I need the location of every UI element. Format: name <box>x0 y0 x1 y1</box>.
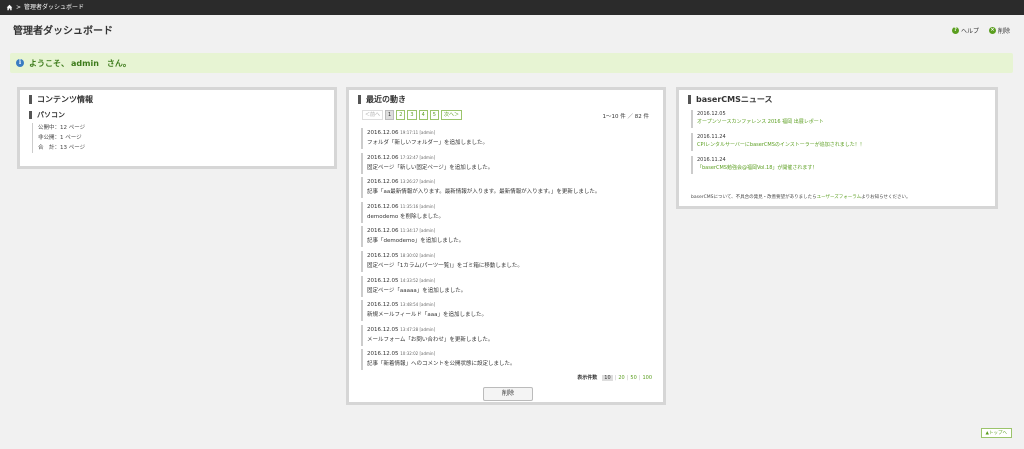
news-date: 2016.11.24 <box>697 134 726 140</box>
log-entry: 2016.12.05 18:30:02 [admin] 固定ページ「1カラム(パー… <box>361 250 651 272</box>
news-link[interactable]: オープンソースカンファレンス 2016 福岡 出展レポート <box>697 118 981 127</box>
per-page-20[interactable]: 20 <box>618 375 624 381</box>
log-message: メールフォーム「お問い合わせ」を更新しました。 <box>367 336 494 343</box>
per-page-label: 表示件数 <box>577 375 598 381</box>
log-entry: 2016.12.06 17:32:47 [admin] 固定ページ「新しい固定ペー… <box>361 152 651 174</box>
panel-subtitle: パソコン <box>29 111 65 119</box>
welcome-message: i ようこそ、 admin さん。 <box>10 53 1013 73</box>
welcome-suffix: さん。 <box>106 58 131 68</box>
header-links: ? ヘルプ × 削除 <box>951 26 1010 35</box>
log-time: 13:47:28 [admin] <box>400 326 436 332</box>
log-date: 2016.12.06 <box>367 179 399 186</box>
welcome-prefix: ようこそ、 <box>29 58 69 68</box>
help-link[interactable]: ? ヘルプ <box>951 26 979 35</box>
page-stats: 公開中：12 ページ 非公開：1 ページ 合 計：13 ページ <box>32 123 85 153</box>
news-list: 2016.12.05 オープンソースカンファレンス 2016 福岡 出展レポート … <box>691 110 981 179</box>
log-message: demodemo を削除しました。 <box>367 213 444 220</box>
news-footer: baserCMSについて、不具合の発見・改善要望がありましたらユーザーズフォーラ… <box>691 195 911 200</box>
log-date: 2016.12.05 <box>367 277 399 284</box>
pager-page-3[interactable]: 3 <box>407 110 417 120</box>
log-date: 2016.12.05 <box>367 302 399 309</box>
per-page-10: 10 <box>602 374 613 381</box>
contents-info-panel: コンテンツ情報 パソコン 公開中：12 ページ 非公開：1 ページ 合 計：13… <box>17 87 337 169</box>
result-count: 1〜10 件 ／ 82 件 <box>602 114 650 120</box>
panel-title: 最近の動き <box>358 95 406 104</box>
log-date: 2016.12.06 <box>367 228 399 235</box>
log-message: 記事「新着情報」へのコメントを公開状態に設定しました。 <box>367 361 516 368</box>
pager-next[interactable]: 次へ＞ <box>440 110 462 120</box>
per-page-50[interactable]: 50 <box>630 375 636 381</box>
pager-prev: ＜前へ <box>362 110 384 120</box>
top-bar: > 管理者ダッシュボード <box>0 0 1024 15</box>
help-icon: ? <box>951 27 959 34</box>
recent-activity-panel: 最近の動き ＜前へ 1 2 3 4 5 次へ＞ 1〜10 件 ／ 82 件 20… <box>346 87 666 405</box>
log-time: 13:26:27 [admin] <box>400 179 436 185</box>
delete-link[interactable]: × 削除 <box>988 26 1010 35</box>
stat-published: 公開中：12 ページ <box>38 125 86 131</box>
log-date: 2016.12.06 <box>367 154 399 161</box>
log-message: 記事「aa最新情報が入ります。最新情報が入ります。最新情報が入ります。」を更新し… <box>367 189 601 196</box>
log-entry: 2016.12.06 11:35:16 [admin] demodemo を削除し… <box>361 201 651 223</box>
per-page-selector: 表示件数 10 | 20 | 50 | 100 <box>577 374 652 381</box>
log-entry: 2016.12.06 19:17:11 [admin] フォルダ「新しいフォルダー… <box>361 128 651 149</box>
pager-page-2[interactable]: 2 <box>396 110 406 120</box>
log-entry: 2016.12.06 13:26:27 [admin] 記事「aa最新情報が入りま… <box>361 177 651 199</box>
stat-unpublished: 非公開：1 ページ <box>38 135 82 141</box>
pagination: ＜前へ 1 2 3 4 5 次へ＞ <box>362 110 462 120</box>
info-icon: i <box>16 59 24 67</box>
delete-log-button[interactable]: 削除 <box>483 387 533 401</box>
news-link[interactable]: 「baserCMS勉強会@福岡Vol.18」が開催されます！ <box>697 164 981 173</box>
log-message: 記事「demodemo」を追加しました。 <box>367 238 465 245</box>
log-entry: 2016.12.06 11:34:17 [admin] 記事「demodemo」を… <box>361 226 651 248</box>
activity-log: 2016.12.06 19:17:11 [admin] フォルダ「新しいフォルダー… <box>361 128 651 374</box>
panel-title: コンテンツ情報 <box>29 95 93 104</box>
log-message: フォルダ「新しいフォルダー」を追加しました。 <box>367 140 489 146</box>
log-message: 固定ページ「新しい固定ページ」を追加しました。 <box>367 164 494 171</box>
log-entry: 2016.12.05 13:47:28 [admin] メールフォーム「お問い合わ… <box>361 324 651 346</box>
breadcrumb-separator: > <box>16 4 22 11</box>
trash-icon: × <box>988 27 996 34</box>
panel-title: baserCMSニュース <box>688 95 772 104</box>
breadcrumb-current[interactable]: 管理者ダッシュボード <box>24 0 84 15</box>
log-time: 13:48:54 [admin] <box>400 302 436 308</box>
news-item: 2016.12.05 オープンソースカンファレンス 2016 福岡 出展レポート <box>691 110 981 128</box>
log-time: 17:32:47 [admin] <box>400 154 436 160</box>
log-entry: 2016.12.05 10:32:02 [admin] 記事「新着情報」へのコメン… <box>361 349 651 371</box>
log-date: 2016.12.05 <box>367 351 399 358</box>
welcome-user: admin <box>71 58 99 68</box>
per-page-100[interactable]: 100 <box>642 375 652 381</box>
log-time: 18:30:02 [admin] <box>400 252 436 258</box>
news-date: 2016.11.24 <box>697 157 726 163</box>
news-panel: baserCMSニュース 2016.12.05 オープンソースカンファレンス 20… <box>676 87 998 209</box>
delete-label: 削除 <box>997 28 1010 35</box>
page-title: 管理者ダッシュボード <box>13 26 113 37</box>
news-item: 2016.11.24 CPIレンタルサーバーにbaserCMSのインストーラーが追… <box>691 133 981 151</box>
news-item: 2016.11.24 「baserCMS勉強会@福岡Vol.18」が開催されます！ <box>691 156 981 174</box>
news-link[interactable]: CPIレンタルサーバーにbaserCMSのインストーラーが追加されました！！ <box>697 141 981 150</box>
breadcrumb: > 管理者ダッシュボード <box>6 0 84 15</box>
log-time: 11:34:17 [admin] <box>400 228 436 234</box>
pager-page-1: 1 <box>385 110 395 120</box>
log-time: 19:17:11 [admin] <box>400 130 436 135</box>
log-message: 固定ページ「aaaaa」を追加しました。 <box>367 287 467 294</box>
log-message: 新規メールフィールド「aaa」を追加しました。 <box>367 312 488 319</box>
log-date: 2016.12.05 <box>367 326 399 333</box>
pager-page-4[interactable]: 4 <box>418 110 428 120</box>
log-date: 2016.12.05 <box>367 252 399 259</box>
log-entry: 2016.12.05 14:33:52 [admin] 固定ページ「aaaaa」を… <box>361 275 651 297</box>
stat-total: 合 計：13 ページ <box>38 145 86 151</box>
home-icon[interactable] <box>6 4 13 11</box>
back-to-top-button[interactable]: ▲トップへ <box>980 428 1012 438</box>
log-time: 11:35:16 [admin] <box>400 203 436 209</box>
log-date: 2016.12.06 <box>367 130 399 136</box>
log-time: 10:32:02 [admin] <box>400 351 436 357</box>
log-entry: 2016.12.05 13:48:54 [admin] 新規メールフィールド「aa… <box>361 300 651 322</box>
log-date: 2016.12.06 <box>367 203 399 210</box>
log-time: 14:33:52 [admin] <box>400 277 436 283</box>
pager-page-5[interactable]: 5 <box>429 110 439 120</box>
help-label: ヘルプ <box>960 28 979 35</box>
log-message: 固定ページ「1カラム(パーツ一覧)」をゴミ箱に移動しました。 <box>367 262 523 269</box>
news-date: 2016.12.05 <box>697 111 726 117</box>
users-forum-link[interactable]: ユーザーズフォーラム <box>817 195 862 200</box>
